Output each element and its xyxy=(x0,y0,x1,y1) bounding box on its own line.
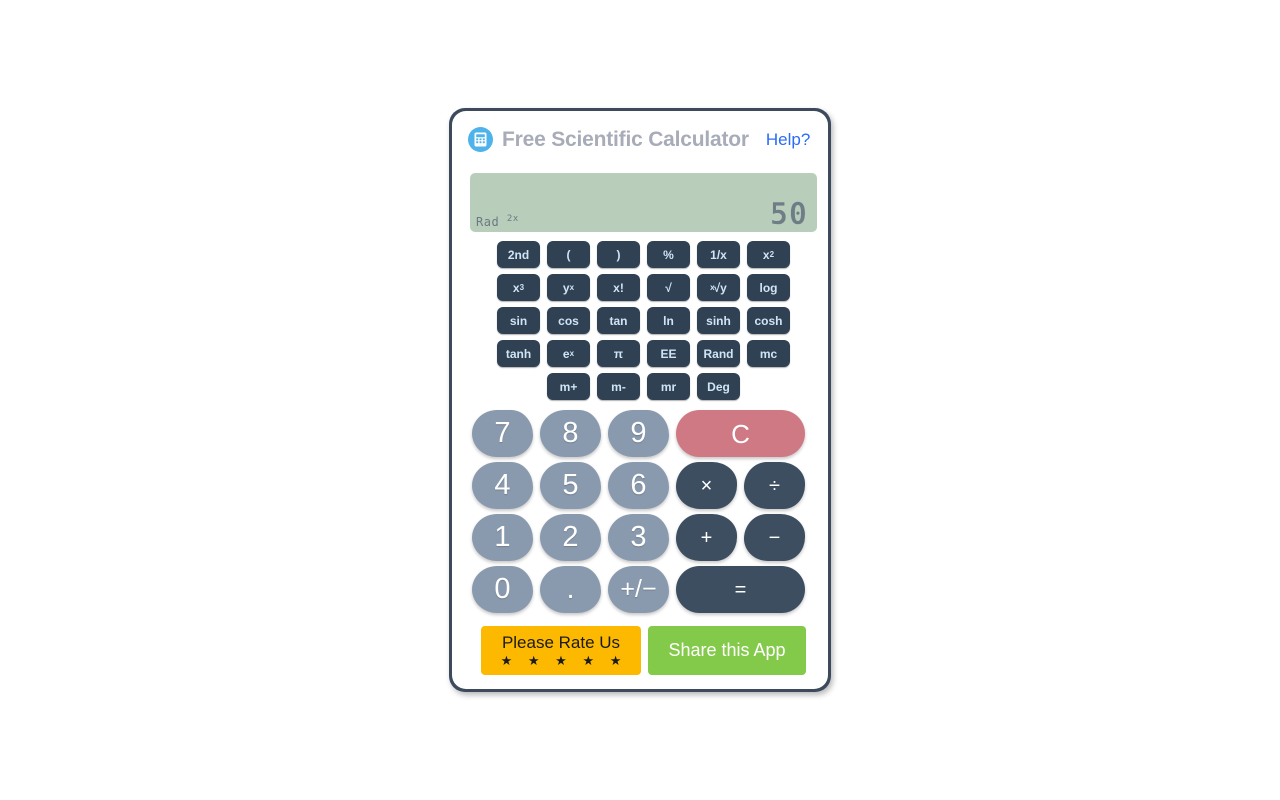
calculator-display: Rad 2x 50 xyxy=(470,173,817,232)
key-reciprocal[interactable]: 1/x xyxy=(697,241,740,268)
numeric-row-3: 1 2 3 + − xyxy=(472,514,816,561)
key-x-root-y[interactable]: x √y xyxy=(697,274,740,301)
key-clear[interactable]: C xyxy=(676,410,805,457)
scientific-row-2: x3 yx x! √ x √y log xyxy=(497,274,797,301)
key-multiply[interactable]: × xyxy=(676,462,737,509)
scientific-row-4: tanh ex π EE Rand mc xyxy=(497,340,797,367)
key-sign-toggle[interactable]: +/− xyxy=(608,566,669,613)
key-xroot-body: √y xyxy=(713,280,727,295)
help-link[interactable]: Help? xyxy=(766,130,810,150)
calculator-panel: Free Scientific Calculator Help? Rad 2x … xyxy=(452,111,828,689)
numeric-row-2: 4 5 6 × ÷ xyxy=(472,462,816,509)
rate-us-button[interactable]: Please Rate Us ★ ★ ★ ★ ★ xyxy=(481,626,641,675)
key-3[interactable]: 3 xyxy=(608,514,669,561)
key-rand[interactable]: Rand xyxy=(697,340,740,367)
key-ypowx-exponent: x xyxy=(569,282,575,292)
key-memory-recall[interactable]: mr xyxy=(647,373,690,400)
key-tanh[interactable]: tanh xyxy=(497,340,540,367)
key-7[interactable]: 7 xyxy=(472,410,533,457)
key-minus[interactable]: − xyxy=(744,514,805,561)
key-ypowx-base: y xyxy=(562,280,570,295)
key-epowx-exponent: x xyxy=(569,348,575,358)
key-square-root[interactable]: √ xyxy=(647,274,690,301)
key-5[interactable]: 5 xyxy=(540,462,601,509)
key-4[interactable]: 4 xyxy=(472,462,533,509)
key-square-base: x xyxy=(762,247,770,262)
key-8[interactable]: 8 xyxy=(540,410,601,457)
key-paren-open[interactable]: ( xyxy=(547,241,590,268)
rating-stars-icon: ★ ★ ★ ★ ★ xyxy=(500,653,628,669)
key-cube[interactable]: x3 xyxy=(497,274,540,301)
calculator-icon xyxy=(468,127,493,152)
display-angle-mode: Rad 2x xyxy=(476,214,519,229)
key-divide[interactable]: ÷ xyxy=(744,462,805,509)
numeric-row-4: 0 . +/− = xyxy=(472,566,816,613)
display-mode-suffix: 2x xyxy=(506,214,519,224)
key-epowx-base: e xyxy=(562,346,570,361)
key-cube-exponent: 3 xyxy=(519,282,525,292)
key-ee[interactable]: EE xyxy=(647,340,690,367)
key-e-power-x[interactable]: ex xyxy=(547,340,590,367)
key-square[interactable]: x2 xyxy=(747,241,790,268)
key-log[interactable]: log xyxy=(747,274,790,301)
key-y-power-x[interactable]: yx xyxy=(547,274,590,301)
key-cube-base: x xyxy=(512,280,520,295)
key-pi[interactable]: π xyxy=(597,340,640,367)
key-cosh[interactable]: cosh xyxy=(747,307,790,334)
key-6[interactable]: 6 xyxy=(608,462,669,509)
key-1[interactable]: 1 xyxy=(472,514,533,561)
screen-background: Free Scientific Calculator Help? Rad 2x … xyxy=(0,0,1280,800)
key-memory-plus[interactable]: m+ xyxy=(547,373,590,400)
key-memory-clear[interactable]: mc xyxy=(747,340,790,367)
key-factorial[interactable]: x! xyxy=(597,274,640,301)
key-second[interactable]: 2nd xyxy=(497,241,540,268)
key-9[interactable]: 9 xyxy=(608,410,669,457)
key-equals[interactable]: = xyxy=(676,566,805,613)
key-angle-mode-deg[interactable]: Deg xyxy=(697,373,740,400)
key-percent[interactable]: % xyxy=(647,241,690,268)
display-mode-text: Rad xyxy=(476,215,500,229)
share-app-button[interactable]: Share this App xyxy=(648,626,806,675)
app-header: Free Scientific Calculator Help? xyxy=(452,111,828,168)
key-plus[interactable]: + xyxy=(676,514,737,561)
numeric-row-1: 7 8 9 C xyxy=(472,410,816,457)
key-0[interactable]: 0 xyxy=(472,566,533,613)
display-value: 50 xyxy=(769,197,808,232)
key-memory-minus[interactable]: m- xyxy=(597,373,640,400)
key-sin[interactable]: sin xyxy=(497,307,540,334)
numeric-keypad: 7 8 9 C 4 5 6 × ÷ 1 2 3 + − 0 . +/− = xyxy=(472,410,816,618)
key-sinh[interactable]: sinh xyxy=(697,307,740,334)
calculator-device-frame: Free Scientific Calculator Help? Rad 2x … xyxy=(449,108,831,692)
key-square-exponent: 2 xyxy=(769,249,775,259)
promo-bar: Please Rate Us ★ ★ ★ ★ ★ Share this App xyxy=(481,626,806,675)
scientific-row-3: sin cos tan ln sinh cosh xyxy=(497,307,797,334)
key-decimal-point[interactable]: . xyxy=(540,566,601,613)
key-paren-close[interactable]: ) xyxy=(597,241,640,268)
key-ln[interactable]: ln xyxy=(647,307,690,334)
scientific-keypad: 2nd ( ) % 1/x x2 x3 yx x! √ x√y log sin xyxy=(497,241,797,406)
scientific-row-1: 2nd ( ) % 1/x x2 xyxy=(497,241,797,268)
key-tan[interactable]: tan xyxy=(597,307,640,334)
key-2[interactable]: 2 xyxy=(540,514,601,561)
key-cos[interactable]: cos xyxy=(547,307,590,334)
page-title: Free Scientific Calculator xyxy=(502,127,749,151)
rate-us-label: Please Rate Us xyxy=(501,632,621,652)
scientific-row-5: m+ m- mr Deg xyxy=(497,373,797,400)
